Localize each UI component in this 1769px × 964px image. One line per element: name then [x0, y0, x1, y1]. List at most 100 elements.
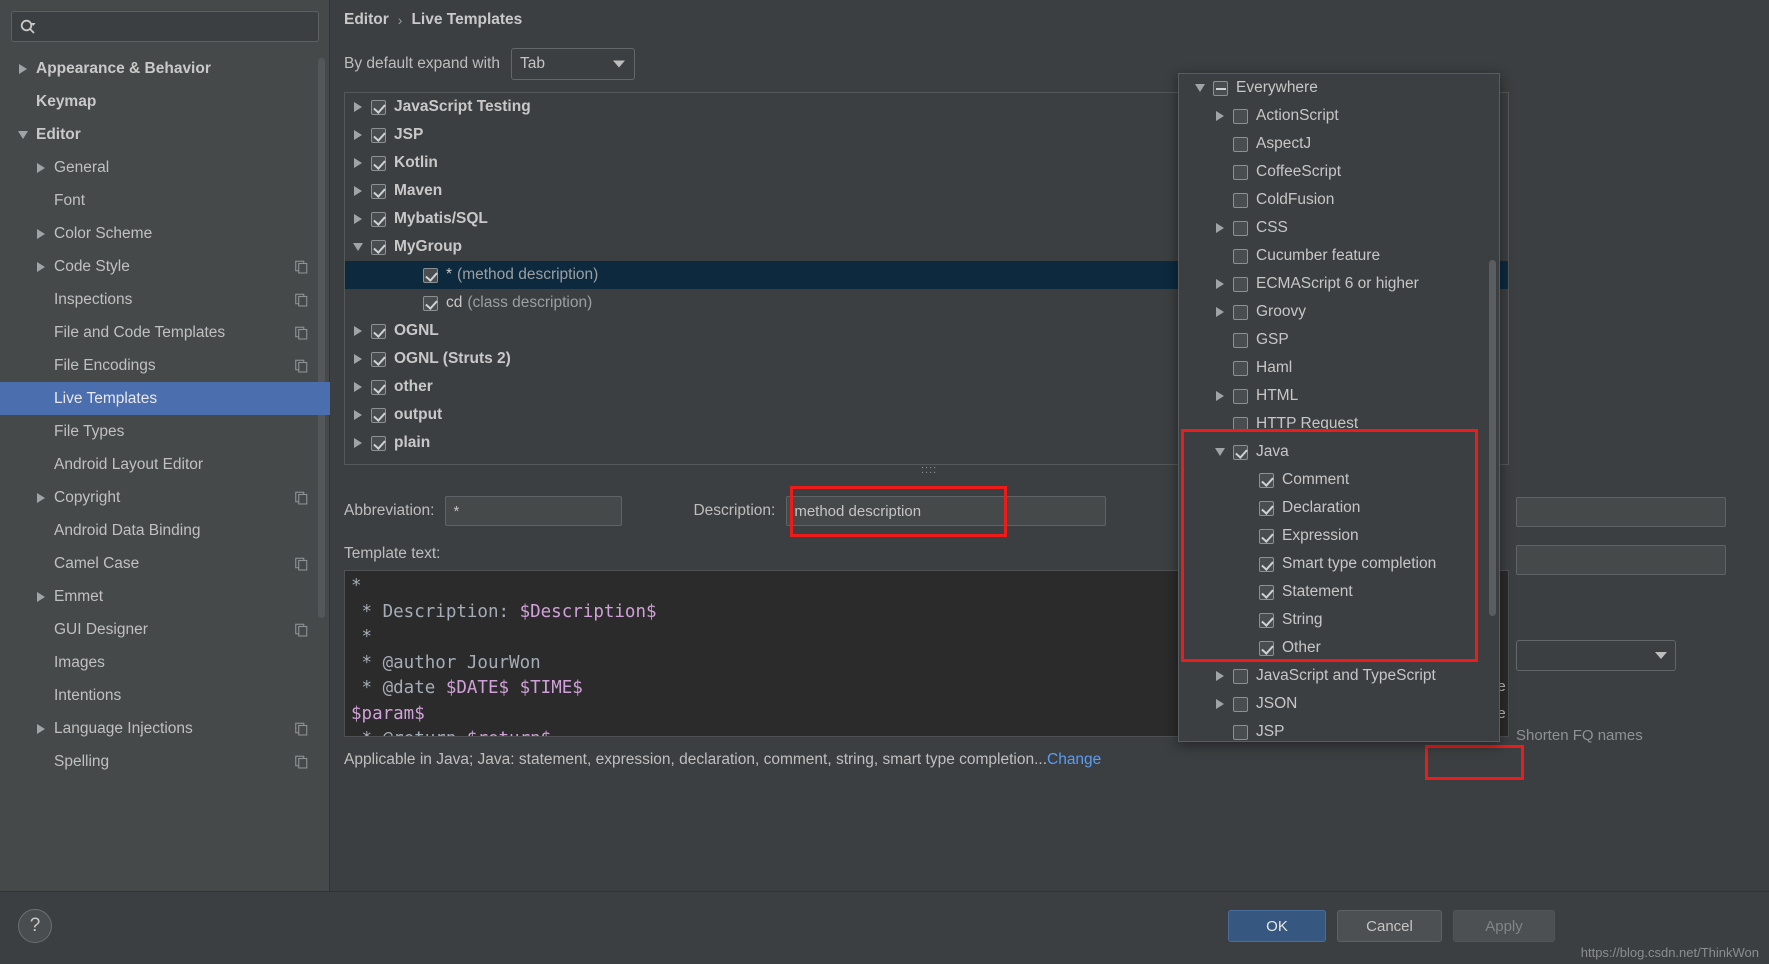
- language-checkbox[interactable]: [1233, 416, 1248, 432]
- template-group-toggle-icon[interactable]: [345, 158, 371, 168]
- sidebar-item-keymap[interactable]: Keymap: [0, 85, 330, 118]
- apply-button[interactable]: Apply: [1453, 910, 1555, 942]
- chevron-down-icon[interactable]: [1195, 84, 1205, 92]
- copy-settings-icon[interactable]: [295, 359, 308, 373]
- language-checkbox[interactable]: [1233, 276, 1248, 292]
- sidebar-item-intentions[interactable]: Intentions: [0, 679, 330, 712]
- language-context-row[interactable]: Smart type completion: [1179, 550, 1499, 578]
- copy-settings-icon[interactable]: [295, 293, 308, 307]
- language-context-row[interactable]: Cucumber feature: [1179, 242, 1499, 270]
- language-checkbox[interactable]: [1233, 136, 1248, 152]
- abbreviation-input[interactable]: *: [445, 496, 623, 526]
- copy-settings-icon[interactable]: [295, 755, 308, 769]
- language-popup-scrollbar[interactable]: [1489, 260, 1496, 616]
- language-context-popup[interactable]: Everywhere ActionScript AspectJ CoffeeScrip…: [1178, 73, 1500, 742]
- expand-with-select[interactable]: Tab: [510, 48, 635, 80]
- sidebar-item-gui-designer[interactable]: GUI Designer: [0, 613, 330, 646]
- language-checkbox[interactable]: [1259, 472, 1274, 488]
- language-context-row[interactable]: Everywhere: [1179, 74, 1499, 102]
- sidebar-item-spelling[interactable]: Spelling: [0, 745, 330, 777]
- language-group-toggle-icon[interactable]: [1207, 699, 1233, 709]
- language-group-toggle-icon[interactable]: [1207, 391, 1233, 401]
- language-checkbox[interactable]: [1259, 612, 1274, 628]
- chevron-right-icon[interactable]: [37, 228, 45, 239]
- language-checkbox[interactable]: [1259, 528, 1274, 544]
- partial-combo-right[interactable]: [1516, 640, 1676, 671]
- sidebar-item-general[interactable]: General: [0, 151, 330, 184]
- chevron-right-icon[interactable]: [354, 130, 362, 140]
- language-context-row[interactable]: JSP: [1179, 718, 1499, 741]
- partial-field-mid[interactable]: [1516, 545, 1726, 575]
- copy-settings-icon[interactable]: [295, 557, 308, 571]
- template-checkbox[interactable]: [423, 295, 438, 311]
- sidebar-item-file-types[interactable]: File Types: [0, 415, 330, 448]
- chevron-right-icon[interactable]: [1216, 111, 1224, 121]
- change-link[interactable]: Change: [1047, 751, 1101, 768]
- template-checkbox[interactable]: [371, 351, 386, 367]
- template-group-toggle-icon[interactable]: [345, 130, 371, 140]
- language-context-row[interactable]: CoffeeScript: [1179, 158, 1499, 186]
- language-context-row[interactable]: HTML: [1179, 382, 1499, 410]
- description-input[interactable]: method description: [786, 496, 1107, 526]
- chevron-right-icon[interactable]: [1216, 671, 1224, 681]
- template-checkbox[interactable]: [371, 99, 386, 115]
- language-checkbox[interactable]: [1233, 248, 1248, 264]
- language-checkbox[interactable]: [1233, 388, 1248, 404]
- sidebar-item-android-data-binding[interactable]: Android Data Binding: [0, 514, 330, 547]
- chevron-right-icon[interactable]: [354, 410, 362, 420]
- chevron-right-icon[interactable]: [354, 158, 362, 168]
- chevron-right-icon[interactable]: [37, 261, 45, 272]
- language-checkbox[interactable]: [1213, 80, 1228, 96]
- template-checkbox[interactable]: [371, 379, 386, 395]
- language-context-row[interactable]: Other: [1179, 634, 1499, 662]
- sidebar-toggle-icon[interactable]: [32, 261, 50, 272]
- sidebar-item-code-style[interactable]: Code Style: [0, 250, 330, 283]
- sidebar-item-live-templates[interactable]: Live Templates: [0, 382, 330, 415]
- chevron-right-icon[interactable]: [354, 354, 362, 364]
- copy-settings-icon[interactable]: [295, 722, 308, 736]
- sidebar-item-file-and-code-templates[interactable]: File and Code Templates: [0, 316, 330, 349]
- chevron-right-icon[interactable]: [1216, 307, 1224, 317]
- language-checkbox[interactable]: [1233, 668, 1248, 684]
- language-checkbox[interactable]: [1259, 556, 1274, 572]
- chevron-right-icon[interactable]: [1216, 699, 1224, 709]
- template-group-toggle-icon[interactable]: [345, 438, 371, 448]
- template-group-toggle-icon[interactable]: [345, 186, 371, 196]
- language-context-row[interactable]: Java: [1179, 438, 1499, 466]
- sidebar-item-android-layout-editor[interactable]: Android Layout Editor: [0, 448, 330, 481]
- language-context-row[interactable]: String: [1179, 606, 1499, 634]
- template-group-toggle-icon[interactable]: [345, 102, 371, 112]
- template-checkbox[interactable]: [371, 407, 386, 423]
- search-input[interactable]: [41, 18, 311, 35]
- template-group-toggle-icon[interactable]: [345, 214, 371, 224]
- chevron-right-icon[interactable]: [354, 186, 362, 196]
- sidebar-toggle-icon[interactable]: [14, 130, 32, 139]
- chevron-right-icon[interactable]: [1216, 279, 1224, 289]
- template-checkbox[interactable]: [371, 239, 386, 255]
- sidebar-toggle-icon[interactable]: [32, 723, 50, 734]
- template-checkbox[interactable]: [371, 435, 386, 451]
- language-context-row[interactable]: Haml: [1179, 354, 1499, 382]
- chevron-right-icon[interactable]: [37, 162, 45, 173]
- chevron-down-icon[interactable]: [1215, 448, 1225, 456]
- sidebar-item-file-encodings[interactable]: File Encodings: [0, 349, 330, 382]
- language-context-row[interactable]: JavaScript and TypeScript: [1179, 662, 1499, 690]
- language-group-toggle-icon[interactable]: [1207, 671, 1233, 681]
- language-checkbox[interactable]: [1259, 640, 1274, 656]
- sidebar-toggle-icon[interactable]: [32, 228, 50, 239]
- chevron-right-icon[interactable]: [37, 723, 45, 734]
- sidebar-item-language-injections[interactable]: Language Injections: [0, 712, 330, 745]
- cancel-button[interactable]: Cancel: [1337, 910, 1442, 942]
- language-context-row[interactable]: Expression: [1179, 522, 1499, 550]
- sidebar-toggle-icon[interactable]: [14, 63, 32, 74]
- sidebar-item-appearance-behavior[interactable]: Appearance & Behavior: [0, 52, 330, 85]
- template-group-toggle-icon[interactable]: [345, 382, 371, 392]
- language-checkbox[interactable]: [1233, 444, 1248, 460]
- ok-button[interactable]: OK: [1228, 910, 1326, 942]
- language-context-row[interactable]: Statement: [1179, 578, 1499, 606]
- sidebar-item-editor[interactable]: Editor: [0, 118, 330, 151]
- language-checkbox[interactable]: [1233, 332, 1248, 348]
- language-context-row[interactable]: Groovy: [1179, 298, 1499, 326]
- language-group-toggle-icon[interactable]: [1187, 84, 1213, 92]
- language-context-row[interactable]: ColdFusion: [1179, 186, 1499, 214]
